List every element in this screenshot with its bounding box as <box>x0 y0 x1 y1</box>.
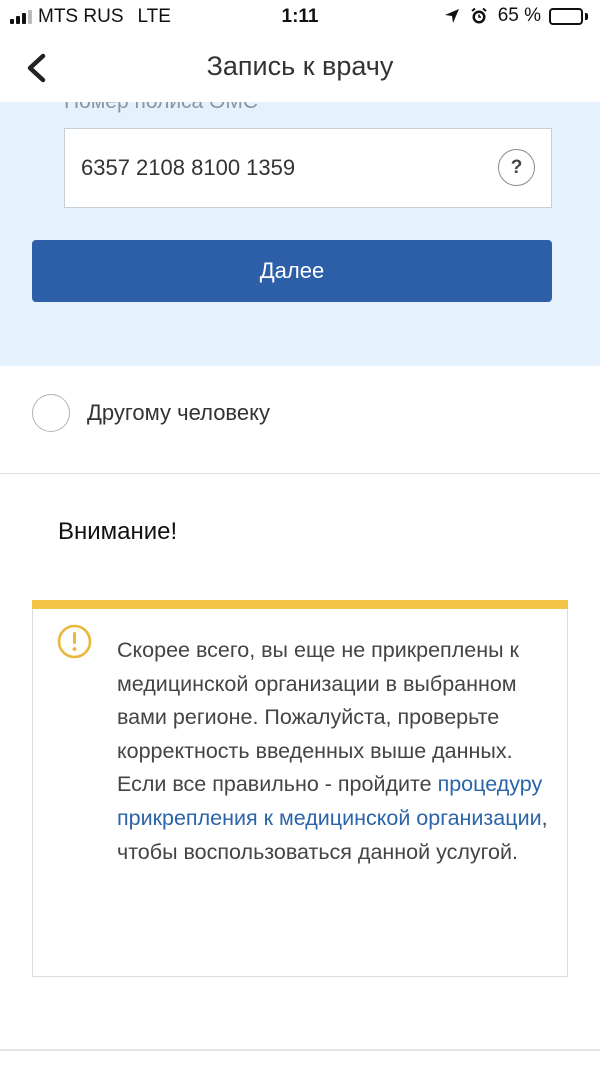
bottom-divider <box>0 1049 600 1051</box>
policy-number-input[interactable] <box>64 128 552 208</box>
attention-title: Внимание! <box>58 518 178 545</box>
nav-bar: Запись к врачу <box>0 34 600 102</box>
location-arrow-icon <box>444 8 460 24</box>
chevron-left-icon <box>27 53 46 83</box>
signal-strength-icon <box>10 10 32 24</box>
next-button[interactable]: Далее <box>32 240 552 302</box>
status-right: 65 % <box>444 5 588 27</box>
other-person-label: Другому человеку <box>87 400 270 425</box>
warning-text: Скорее всего, вы еще не прикреплены к ме… <box>117 634 557 869</box>
other-person-radio[interactable] <box>32 394 70 432</box>
network-type: LTE <box>137 6 171 27</box>
back-button[interactable] <box>18 48 54 88</box>
other-person-option[interactable]: Другому человеку <box>0 366 600 474</box>
policy-form-panel: Номер полиса ОМС ? Далее <box>0 102 600 366</box>
page-title: Запись к врачу <box>206 51 394 81</box>
policy-field-label: Номер полиса ОМС <box>64 102 258 114</box>
battery-percent: 65 % <box>497 5 541 26</box>
status-left: MTS RUS LTE <box>10 6 171 28</box>
alarm-icon <box>470 7 488 25</box>
status-bar: MTS RUS LTE 1:11 65 % <box>0 0 600 34</box>
warning-stripe <box>31 600 568 609</box>
warning-circle-icon <box>57 624 92 659</box>
policy-help-button[interactable]: ? <box>498 149 535 186</box>
attachment-warning-box: Скорее всего, вы еще не прикреплены к ме… <box>31 600 568 977</box>
carrier-name: MTS RUS <box>38 6 124 27</box>
battery-icon <box>549 7 588 25</box>
